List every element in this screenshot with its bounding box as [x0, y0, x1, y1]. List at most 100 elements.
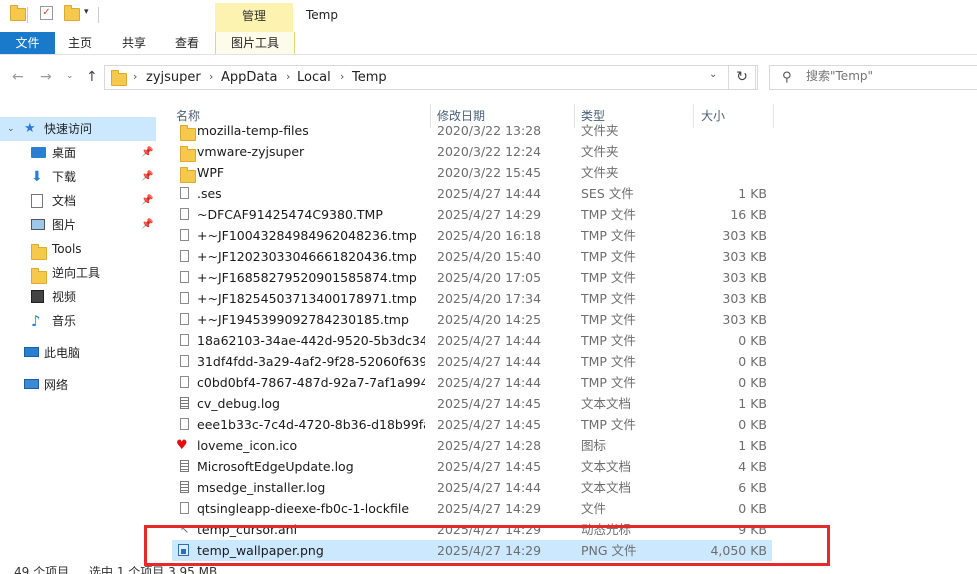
file-row[interactable]: vmware-zyjsuper 2020/3/22 12:24 文件夹: [172, 141, 772, 162]
file-type: 文件夹: [581, 144, 619, 159]
file-name: cv_debug.log: [197, 396, 280, 411]
file-type: TMP 文件: [581, 270, 636, 285]
file-type: TMP 文件: [581, 333, 636, 348]
nav-item-reverse-tools[interactable]: 逆向工具: [0, 261, 156, 285]
forward-arrow-icon[interactable]: →: [40, 69, 52, 85]
file-icon: [180, 250, 189, 262]
pin-icon[interactable]: 📌: [141, 189, 153, 213]
nav-item-videos[interactable]: 视频: [0, 285, 156, 309]
file-row[interactable]: WPF 2020/3/22 15:45 文件夹: [172, 162, 772, 183]
file-size: 303 KB: [722, 312, 767, 327]
file-row[interactable]: ♥ loveme_icon.ico 2025/4/27 14:28 图标 1 KB: [172, 435, 772, 456]
file-date: 2025/4/27 14:44: [437, 186, 542, 201]
tab-share[interactable]: 共享: [122, 32, 146, 54]
nav-item-tools[interactable]: Tools: [0, 237, 156, 261]
window-title: Temp: [306, 8, 338, 22]
file-row[interactable]: c0bd0bf4-7867-487d-92a7-7af1a994... 2025/…: [172, 372, 772, 393]
file-date: 2025/4/27 14:29: [437, 207, 542, 222]
file-name: vmware-zyjsuper: [197, 144, 305, 159]
breadcrumb-appdata[interactable]: AppData: [221, 70, 277, 85]
file-row[interactable]: msedge_installer.log 2025/4/27 14:44 文本文档 6…: [172, 477, 772, 498]
new-folder-icon[interactable]: [64, 5, 80, 24]
address-bar[interactable]: › zyjsuper › AppData › Local › Temp ⌄: [104, 65, 758, 90]
search-icon: ⚲: [782, 70, 792, 85]
nav-label: 网络: [44, 378, 69, 392]
nav-item-downloads[interactable]: ⬇ 下载 📌: [0, 165, 156, 189]
status-bar: 49 个项目 选中 1 个项目 3.95 MB: [0, 566, 977, 574]
file-size: 303 KB: [722, 270, 767, 285]
breadcrumb-local[interactable]: Local: [297, 70, 331, 85]
nav-item-desktop[interactable]: 桌面 📌: [0, 141, 156, 165]
tab-file[interactable]: 文件: [0, 32, 55, 54]
breadcrumb-separator-icon[interactable]: ›: [286, 70, 290, 83]
tab-home[interactable]: 主页: [68, 32, 92, 54]
file-icon: [180, 187, 189, 199]
file-row[interactable]: mozilla-temp-files 2020/3/22 13:28 文件夹: [172, 120, 772, 141]
navigation-pane: ⌄ ★ 快速访问 桌面 📌 ⬇ 下载 📌 文档 📌 图片 📌 Tools 逆向工…: [0, 96, 158, 566]
nav-item-documents[interactable]: 文档 📌: [0, 189, 156, 213]
file-row[interactable]: qtsingleapp-dieexe-fb0c-1-lockfile 2025/4…: [172, 498, 772, 519]
breadcrumb-zyjsuper[interactable]: zyjsuper: [146, 70, 201, 85]
pin-icon[interactable]: 📌: [141, 165, 153, 189]
file-size: 303 KB: [722, 228, 767, 243]
file-icon: [180, 292, 189, 304]
file-row[interactable]: eee1b33c-7c4d-4720-8b36-d18b99fa... 2025/…: [172, 414, 772, 435]
nav-item-music[interactable]: ♪ 音乐: [0, 309, 156, 333]
file-icon: [180, 313, 189, 325]
file-date: 2025/4/27 14:44: [437, 354, 542, 369]
column-divider[interactable]: [773, 104, 774, 128]
pin-icon[interactable]: 📌: [141, 141, 153, 165]
customize-toolbar-icon[interactable]: ▾: [84, 7, 89, 17]
file-row[interactable]: +~JF10043284984962048236.tmp 2025/4/20 16…: [172, 225, 772, 246]
nav-quick-access[interactable]: ⌄ ★ 快速访问: [0, 117, 156, 141]
nav-item-this-pc[interactable]: 此电脑: [0, 341, 156, 365]
file-row[interactable]: +~JF18254503713400178971.tmp 2025/4/20 17…: [172, 288, 772, 309]
file-name: +~JF12023033046661820436.tmp: [197, 249, 417, 264]
file-date: 2025/4/27 14:45: [437, 459, 542, 474]
file-type: TMP 文件: [581, 375, 636, 390]
breadcrumb-separator-icon[interactable]: ›: [133, 70, 137, 83]
file-row[interactable]: ~DFCAF91425474C9380.TMP 2025/4/27 14:29 TM…: [172, 204, 772, 225]
divider: [27, 7, 28, 23]
tab-picture-tools[interactable]: 图片工具: [215, 32, 295, 54]
search-box[interactable]: ⚲: [769, 65, 977, 90]
file-row[interactable]: .ses 2025/4/27 14:44 SES 文件 1 KB: [172, 183, 772, 204]
recent-locations-icon[interactable]: ⌄: [66, 71, 74, 81]
back-arrow-icon[interactable]: ←: [12, 69, 24, 85]
file-type: TMP 文件: [581, 249, 636, 264]
divider: [98, 7, 99, 23]
nav-item-pictures[interactable]: 图片 📌: [0, 213, 156, 237]
file-row[interactable]: MicrosoftEdgeUpdate.log 2025/4/27 14:45 文本…: [172, 456, 772, 477]
file-name: qtsingleapp-dieexe-fb0c-1-lockfile: [197, 501, 410, 516]
file-icon: [180, 355, 189, 367]
breadcrumb-separator-icon[interactable]: ›: [209, 70, 213, 83]
file-row[interactable]: +~JF1945399092784230185.tmp 2025/4/20 14:…: [172, 309, 772, 330]
tab-view[interactable]: 查看: [175, 32, 199, 54]
file-type: 文件夹: [581, 123, 619, 138]
up-arrow-icon[interactable]: ↑: [86, 69, 98, 85]
music-icon: ♪: [31, 312, 41, 330]
refresh-button[interactable]: ↻: [728, 65, 756, 90]
file-row[interactable]: cv_debug.log 2025/4/27 14:45 文本文档 1 KB: [172, 393, 772, 414]
file-row[interactable]: 18a62103-34ae-442d-9520-5b3dc34... 2025/4…: [172, 330, 772, 351]
search-input[interactable]: [806, 69, 966, 83]
file-size: 0 KB: [738, 501, 767, 516]
file-date: 2025/4/27 14:44: [437, 375, 542, 390]
nav-label: 下载: [52, 170, 77, 184]
chevron-down-icon[interactable]: ⌄: [709, 69, 717, 80]
nav-label: 快速访问: [44, 122, 93, 136]
nav-item-network[interactable]: 网络: [0, 373, 156, 397]
breadcrumb-temp[interactable]: Temp: [352, 70, 387, 85]
computer-icon: [24, 347, 39, 357]
file-row[interactable]: 31df4fdd-3a29-4af2-9f28-52060f639... 2025…: [172, 351, 772, 372]
file-size: 0 KB: [738, 417, 767, 432]
file-row[interactable]: +~JF16858279520901585874.tmp 2025/4/20 17…: [172, 267, 772, 288]
file-date: 2025/4/27 14:45: [437, 417, 542, 432]
chevron-down-icon[interactable]: ⌄: [7, 117, 15, 141]
file-date: 2025/4/20 17:34: [437, 291, 542, 306]
manage-tab[interactable]: 管理: [215, 3, 293, 32]
pin-icon[interactable]: 📌: [141, 213, 153, 237]
file-row[interactable]: +~JF12023033046661820436.tmp 2025/4/20 15…: [172, 246, 772, 267]
breadcrumb-separator-icon[interactable]: ›: [340, 70, 344, 83]
properties-icon[interactable]: ✓: [40, 6, 53, 20]
